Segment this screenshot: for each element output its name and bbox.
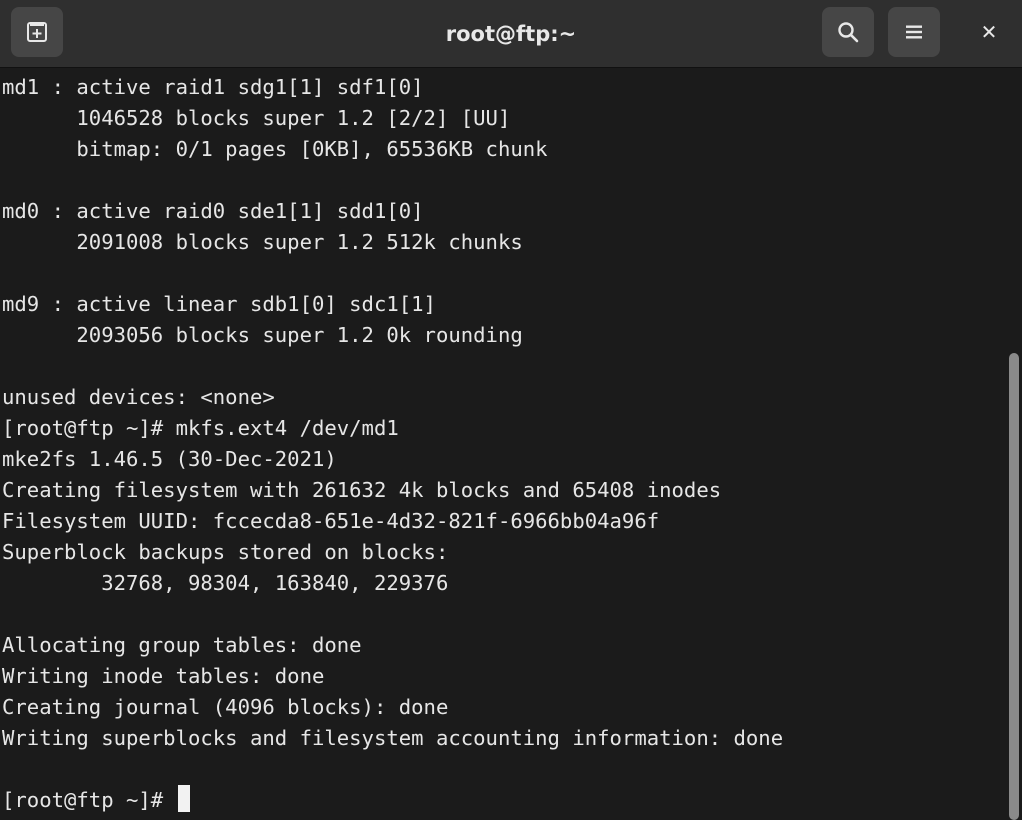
terminal-output[interactable]: md1 : active raid1 sdg1[1] sdf1[0] 10465… bbox=[0, 69, 1006, 819]
terminal-line: 2093056 blocks super 1.2 0k rounding bbox=[2, 323, 523, 347]
terminal-line: Allocating group tables: done bbox=[2, 633, 362, 657]
new-tab-icon bbox=[27, 22, 47, 42]
terminal-line: Writing superblocks and filesystem accou… bbox=[2, 726, 784, 750]
terminal-line: Creating journal (4096 blocks): done bbox=[2, 695, 449, 719]
terminal-line: Writing inode tables: done bbox=[2, 664, 325, 688]
header-bar: root@ftp:~ ✕ bbox=[0, 0, 1022, 68]
terminal-line: Superblock backups stored on blocks: bbox=[2, 540, 449, 564]
terminal-line: 1046528 blocks super 1.2 [2/2] [UU] bbox=[2, 106, 511, 130]
terminal-line: md1 : active raid1 sdg1[1] sdf1[0] bbox=[2, 75, 424, 99]
scrollbar-thumb[interactable] bbox=[1009, 353, 1019, 820]
terminal-line: md0 : active raid0 sde1[1] sdd1[0] bbox=[2, 199, 424, 223]
terminal-line: Creating filesystem with 261632 4k block… bbox=[2, 478, 722, 502]
terminal-line: 32768, 98304, 163840, 229376 bbox=[2, 571, 449, 595]
search-icon bbox=[838, 22, 859, 43]
terminal-line: 2091008 blocks super 1.2 512k chunks bbox=[2, 230, 523, 254]
scrollbar[interactable] bbox=[1006, 69, 1022, 820]
menu-button[interactable] bbox=[888, 7, 940, 57]
terminal-line: unused devices: <none> bbox=[2, 385, 275, 409]
terminal-line: [root@ftp ~]# bbox=[2, 785, 190, 816]
search-button[interactable] bbox=[822, 7, 874, 57]
new-tab-button[interactable] bbox=[11, 7, 63, 57]
terminal-line: Filesystem UUID: fccecda8-651e-4d32-821f… bbox=[2, 509, 660, 533]
text-cursor bbox=[177, 785, 190, 812]
close-button[interactable]: ✕ bbox=[963, 7, 1015, 57]
terminal-line: bitmap: 0/1 pages [0KB], 65536KB chunk bbox=[2, 137, 548, 161]
close-icon: ✕ bbox=[980, 20, 998, 44]
hamburger-menu-icon bbox=[906, 25, 922, 39]
terminal-line: md9 : active linear sdb1[0] sdc1[1] bbox=[2, 292, 436, 316]
terminal-line: mke2fs 1.46.5 (30-Dec-2021) bbox=[2, 447, 337, 471]
terminal-line: [root@ftp ~]# mkfs.ext4 /dev/md1 bbox=[2, 416, 399, 440]
